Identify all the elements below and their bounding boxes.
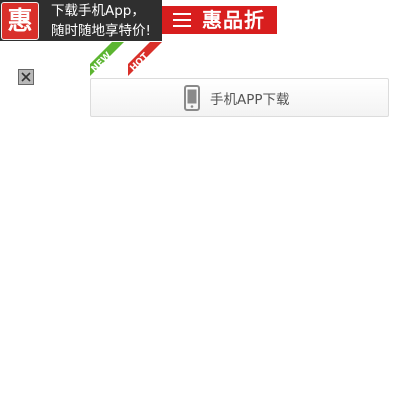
header-bar: 惠品折 <box>162 6 277 34</box>
hot-ribbon: HOT <box>128 42 162 76</box>
hamburger-menu-icon[interactable] <box>170 6 194 34</box>
mobile-phone-icon <box>184 84 200 111</box>
app-logo-char: 惠 <box>7 6 33 35</box>
brand-name[interactable]: 惠品折 <box>202 6 265 34</box>
app-download-button[interactable]: 手机APP下载 <box>90 78 389 117</box>
promo-line-2: 随时随地享特价! <box>51 22 151 39</box>
page: 惠 下载手机App， 随时随地享特价! 惠品折 NEW HOT 手机APP下载 <box>0 0 400 400</box>
new-ribbon: NEW <box>90 42 124 76</box>
promo-text: 下载手机App， 随时随地享特价! <box>51 1 151 41</box>
app-promo-banner[interactable]: 惠 下载手机App， 随时随地享特价! <box>0 0 162 41</box>
promo-line-1: 下载手机App， <box>51 2 145 19</box>
app-logo-icon: 惠 <box>1 1 39 40</box>
broken-image-icon <box>18 69 34 85</box>
app-download-label: 手机APP下载 <box>210 91 290 108</box>
